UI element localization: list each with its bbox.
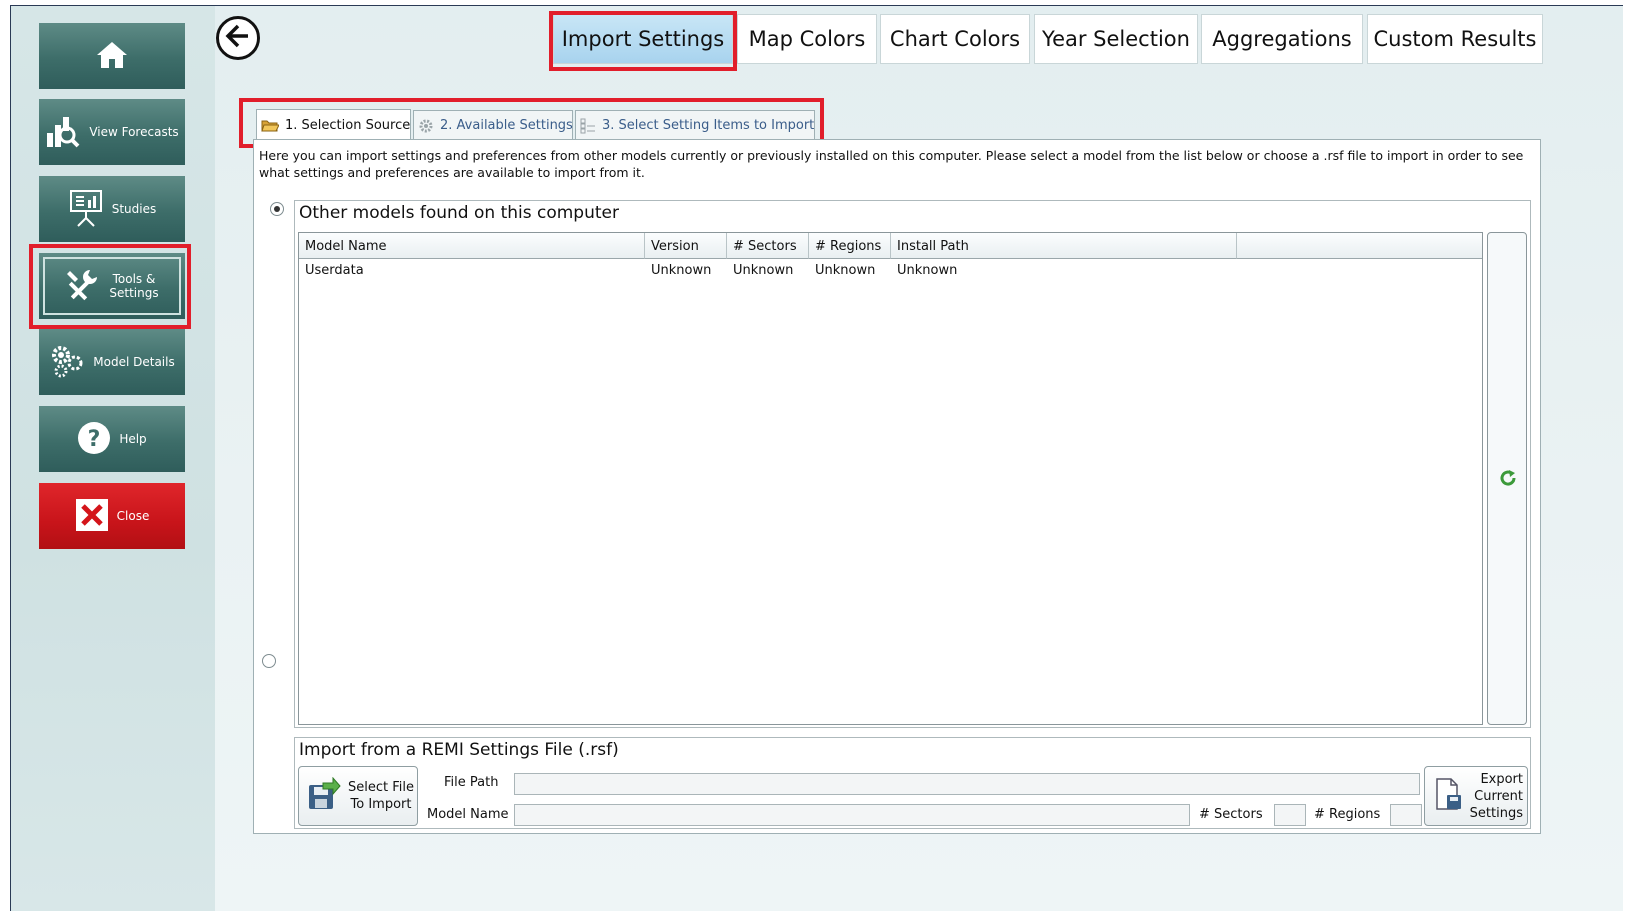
folder-icon <box>261 118 279 132</box>
file-path-label: File Path <box>444 775 499 790</box>
file-path-field[interactable] <box>514 773 1420 795</box>
tools-settings-button[interactable]: Tools & Settings <box>39 253 185 319</box>
refresh-panel <box>1487 232 1527 725</box>
back-button[interactable] <box>216 16 260 60</box>
app-window: View Forecasts Studies Tools & Settings … <box>10 5 1623 911</box>
model-details-label: Model Details <box>93 355 175 369</box>
table-row[interactable]: Userdata Unknown Unknown Unknown Unknown <box>299 259 1482 281</box>
models-table[interactable]: Model Name Version # Sectors # Regions I… <box>298 232 1483 725</box>
selection-source-panel: Here you can import settings and prefere… <box>253 139 1541 834</box>
select-file-button[interactable]: Select File To Import <box>298 766 418 826</box>
view-forecasts-label: View Forecasts <box>89 125 179 139</box>
export-document-icon <box>1435 777 1463 815</box>
model-details-button[interactable]: Model Details <box>39 329 185 395</box>
checklist-icon <box>580 118 596 134</box>
cell-version: Unknown <box>651 263 712 278</box>
regions-label: # Regions <box>1314 807 1381 822</box>
close-x-icon <box>75 498 109 535</box>
column-header-regions[interactable]: # Regions <box>809 233 891 259</box>
arrow-left-icon <box>224 22 252 54</box>
save-disk-icon <box>307 776 341 815</box>
tab-chart-colors[interactable]: Chart Colors <box>880 14 1030 64</box>
rsf-group-title: Import from a REMI Settings File (.rsf) <box>299 740 619 760</box>
rsf-radio[interactable] <box>262 654 276 668</box>
column-header-version[interactable]: Version <box>645 233 727 259</box>
sidebar: View Forecasts Studies Tools & Settings … <box>11 6 215 911</box>
refresh-icon[interactable] <box>1499 469 1517 491</box>
close-button[interactable]: Close <box>39 483 185 549</box>
gears-icon <box>49 343 85 382</box>
tools-icon <box>64 267 100 306</box>
column-header-filler <box>1237 233 1482 259</box>
sectors-label: # Sectors <box>1199 807 1263 822</box>
close-label: Close <box>116 509 150 523</box>
cell-regions: Unknown <box>815 263 876 278</box>
cell-install-path: Unknown <box>897 263 958 278</box>
forecast-icon <box>45 113 81 152</box>
tab-custom-results[interactable]: Custom Results <box>1367 14 1543 64</box>
svg-text:?: ? <box>88 427 101 452</box>
column-header-sectors[interactable]: # Sectors <box>727 233 809 259</box>
studies-button[interactable]: Studies <box>39 176 185 242</box>
gear-icon <box>418 118 434 134</box>
subtab-selection-source-label: 1. Selection Source <box>285 117 411 133</box>
column-header-install-path[interactable]: Install Path <box>891 233 1237 259</box>
column-header-model-name[interactable]: Model Name <box>299 233 645 259</box>
home-icon <box>95 40 129 73</box>
subtab-select-items-label: 3. Select Setting Items to Import <box>602 118 815 133</box>
help-icon: ? <box>77 421 111 458</box>
model-name-label: Model Name <box>427 807 509 822</box>
cell-sectors: Unknown <box>733 263 794 278</box>
tools-settings-label: Tools & Settings <box>109 272 159 300</box>
help-button[interactable]: ? Help <box>39 406 185 472</box>
tab-map-colors[interactable]: Map Colors <box>737 14 877 64</box>
studies-label: Studies <box>111 202 157 216</box>
subtab-available-settings[interactable]: 2. Available Settings <box>413 110 573 140</box>
tab-import-settings[interactable]: Import Settings <box>553 14 733 64</box>
presentation-chart-icon <box>68 188 104 231</box>
select-file-label: Select File To Import <box>348 780 414 812</box>
export-current-settings-label: Export Current Settings <box>1469 771 1523 821</box>
subtab-available-settings-label: 2. Available Settings <box>440 118 573 133</box>
help-label: Help <box>119 432 147 446</box>
tab-year-selection[interactable]: Year Selection <box>1034 14 1198 64</box>
instructions-text: Here you can import settings and prefere… <box>259 148 1524 180</box>
home-button[interactable] <box>39 23 185 89</box>
export-current-settings-button[interactable]: Export Current Settings <box>1424 766 1528 826</box>
model-name-field[interactable] <box>514 804 1190 826</box>
cell-model-name: Userdata <box>305 263 364 278</box>
models-radio[interactable] <box>270 202 284 216</box>
models-group-title: Other models found on this computer <box>299 203 619 223</box>
view-forecasts-button[interactable]: View Forecasts <box>39 99 185 165</box>
sectors-field[interactable] <box>1274 804 1306 826</box>
subtab-select-items[interactable]: 3. Select Setting Items to Import <box>575 110 815 140</box>
tab-aggregations[interactable]: Aggregations <box>1201 14 1363 64</box>
regions-field[interactable] <box>1390 804 1422 826</box>
subtab-selection-source[interactable]: 1. Selection Source <box>256 109 411 140</box>
